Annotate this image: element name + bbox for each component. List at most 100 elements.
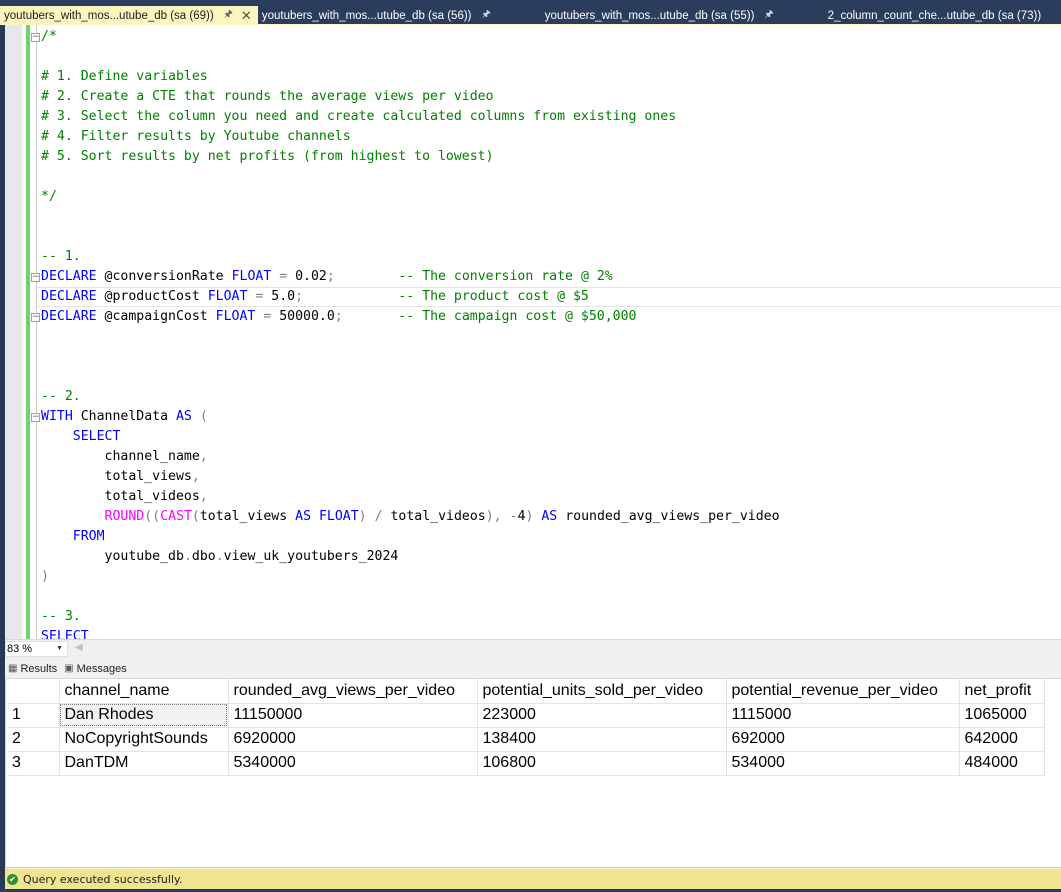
code-line[interactable]: youtube_db.dbo.view_uk_youtubers_2024 xyxy=(36,547,1061,567)
code-line[interactable]: FROM xyxy=(36,527,1061,547)
sql-token xyxy=(311,509,319,524)
collapse-icon[interactable]: − xyxy=(31,413,40,422)
code-area[interactable]: −/* # 1. Define variables # 2. Create a CT… xyxy=(36,27,1061,639)
code-line[interactable]: ROUND((CAST(total_views AS FLOAT) / tota… xyxy=(36,507,1061,527)
row-number[interactable]: 3 xyxy=(8,751,59,775)
collapse-icon[interactable]: − xyxy=(31,313,40,322)
code-line[interactable]: -- 1. xyxy=(36,247,1061,267)
tab-youtubers-56[interactable]: youtubers_with_mos...utube_db (sa (56)) … xyxy=(258,6,541,25)
cell-potential-revenue[interactable]: 534000 xyxy=(726,751,959,775)
query-status-bar: ✔ Query executed successfully. xyxy=(5,868,1061,889)
row-number-header[interactable] xyxy=(8,679,59,703)
pin-icon[interactable]: 🖈︎ xyxy=(482,7,491,24)
row-number[interactable]: 2 xyxy=(8,727,59,751)
column-header-rounded-avg-views[interactable]: rounded_avg_views_per_video xyxy=(228,679,477,703)
close-icon[interactable]: ✕ xyxy=(241,8,252,24)
code-line[interactable]: SELECT xyxy=(36,627,1061,639)
row-number[interactable]: 1 xyxy=(8,703,59,727)
tab-column-count-73[interactable]: 2_column_count_che...utube_db (sa (73)) xyxy=(824,6,1048,25)
code-line[interactable]: channel_name, xyxy=(36,447,1061,467)
pin-icon[interactable]: 🖈︎ xyxy=(764,7,773,24)
code-line[interactable]: DECLARE @productCost FLOAT = 5.0; -- The… xyxy=(36,287,1061,307)
code-line[interactable] xyxy=(36,327,1061,347)
sql-keyword: DECLARE xyxy=(41,269,97,284)
pin-icon[interactable]: 🖈︎ xyxy=(224,7,233,24)
tab-youtubers-55[interactable]: youtubers_with_mos...utube_db (sa (55)) … xyxy=(541,6,824,25)
sql-token: rounded_avg_views_per_video xyxy=(557,509,779,524)
sql-keyword: FLOAT xyxy=(319,509,359,524)
cell-net-profit[interactable]: 642000 xyxy=(959,727,1044,751)
tab-results[interactable]: ▦ Results xyxy=(5,659,61,678)
code-line[interactable] xyxy=(36,167,1061,187)
cell-potential-units-sold[interactable]: 106800 xyxy=(477,751,726,775)
sql-token: 50000.0 xyxy=(279,309,335,324)
code-line[interactable] xyxy=(36,367,1061,387)
table-row: 1 Dan Rhodes 11150000 223000 1115000 106… xyxy=(8,703,1044,727)
sql-keyword: SELECT xyxy=(41,629,89,639)
code-line[interactable]: -- 2. xyxy=(36,387,1061,407)
sql-comment: /* xyxy=(41,29,57,44)
cell-rounded-avg-views[interactable]: 11150000 xyxy=(228,703,477,727)
code-line[interactable] xyxy=(36,347,1061,367)
tab-messages-label: Messages xyxy=(77,663,127,675)
scroll-left-icon[interactable]: ◀ xyxy=(75,642,83,653)
sql-token xyxy=(41,509,105,524)
code-line[interactable]: # 1. Define variables xyxy=(36,67,1061,87)
code-text: */ xyxy=(36,189,57,204)
code-line[interactable]: SELECT xyxy=(36,427,1061,447)
code-text: # 3. Select the column you need and crea… xyxy=(36,109,676,124)
sql-token: total_views xyxy=(200,509,295,524)
sql-function: ROUND xyxy=(105,509,145,524)
cell-net-profit[interactable]: 1065000 xyxy=(959,703,1044,727)
code-line[interactable] xyxy=(36,587,1061,607)
results-grid[interactable]: channel_name rounded_avg_views_per_video… xyxy=(5,678,1061,868)
code-line[interactable]: −DECLARE @campaignCost FLOAT = 50000.0; … xyxy=(36,307,1061,327)
code-line[interactable]: # 2. Create a CTE that rounds the averag… xyxy=(36,87,1061,107)
code-line[interactable]: */ xyxy=(36,187,1061,207)
code-line[interactable]: −DECLARE @conversionRate FLOAT = 0.02; -… xyxy=(36,267,1061,287)
column-header-potential-revenue[interactable]: potential_revenue_per_video xyxy=(726,679,959,703)
code-line[interactable]: # 5. Sort results by net profits (from h… xyxy=(36,147,1061,167)
cell-channel-name[interactable]: NoCopyrightSounds xyxy=(59,727,228,751)
code-line[interactable]: total_videos, xyxy=(36,487,1061,507)
tab-results-label: Results xyxy=(20,663,57,675)
sql-token: 0.02 xyxy=(295,269,327,284)
cell-potential-revenue[interactable]: 692000 xyxy=(726,727,959,751)
collapse-icon[interactable]: − xyxy=(31,273,40,282)
tab-youtubers-69[interactable]: youtubers_with_mos...utube_db (sa (69)) … xyxy=(0,6,258,25)
cell-potential-revenue[interactable]: 1115000 xyxy=(726,703,959,727)
code-line[interactable]: # 3. Select the column you need and crea… xyxy=(36,107,1061,127)
sql-token: = xyxy=(271,269,295,284)
sql-token: dbo xyxy=(192,549,216,564)
cell-rounded-avg-views[interactable]: 5340000 xyxy=(228,751,477,775)
sql-editor[interactable]: −/*# 1. Define variables# 2. Create a CT… xyxy=(5,25,1061,639)
cell-channel-name[interactable]: DanTDM xyxy=(59,751,228,775)
cell-rounded-avg-views[interactable]: 6920000 xyxy=(228,727,477,751)
cell-net-profit[interactable]: 484000 xyxy=(959,751,1044,775)
code-line[interactable]: ) xyxy=(36,567,1061,587)
cell-channel-name[interactable]: Dan Rhodes xyxy=(59,703,228,727)
code-line[interactable] xyxy=(36,47,1061,67)
sql-keyword: AS xyxy=(295,509,311,524)
cell-potential-units-sold[interactable]: 223000 xyxy=(477,703,726,727)
code-line[interactable] xyxy=(36,207,1061,227)
code-line[interactable]: total_views, xyxy=(36,467,1061,487)
cell-potential-units-sold[interactable]: 138400 xyxy=(477,727,726,751)
column-header-net-profit[interactable]: net_profit xyxy=(959,679,1044,703)
code-line[interactable]: -- 3. xyxy=(36,607,1061,627)
sql-keyword: AS xyxy=(541,509,557,524)
code-text: -- 2. xyxy=(36,389,81,404)
column-header-potential-units-sold[interactable]: potential_units_sold_per_video xyxy=(477,679,726,703)
code-line[interactable]: −WITH ChannelData AS ( xyxy=(36,407,1061,427)
code-text xyxy=(36,209,41,224)
sql-token: ) xyxy=(41,569,49,584)
collapse-icon[interactable]: − xyxy=(31,33,40,42)
code-line[interactable] xyxy=(36,227,1061,247)
column-header-channel-name[interactable]: channel_name xyxy=(59,679,228,703)
tab-messages[interactable]: ▣ Messages xyxy=(61,659,131,678)
grid-icon: ▦ xyxy=(8,663,17,674)
code-line[interactable]: −/* xyxy=(36,27,1061,47)
code-line[interactable]: # 4. Filter results by Youtube channels xyxy=(36,127,1061,147)
code-text: # 2. Create a CTE that rounds the averag… xyxy=(36,89,494,104)
zoom-dropdown[interactable]: 83 % ▼ xyxy=(5,641,68,657)
